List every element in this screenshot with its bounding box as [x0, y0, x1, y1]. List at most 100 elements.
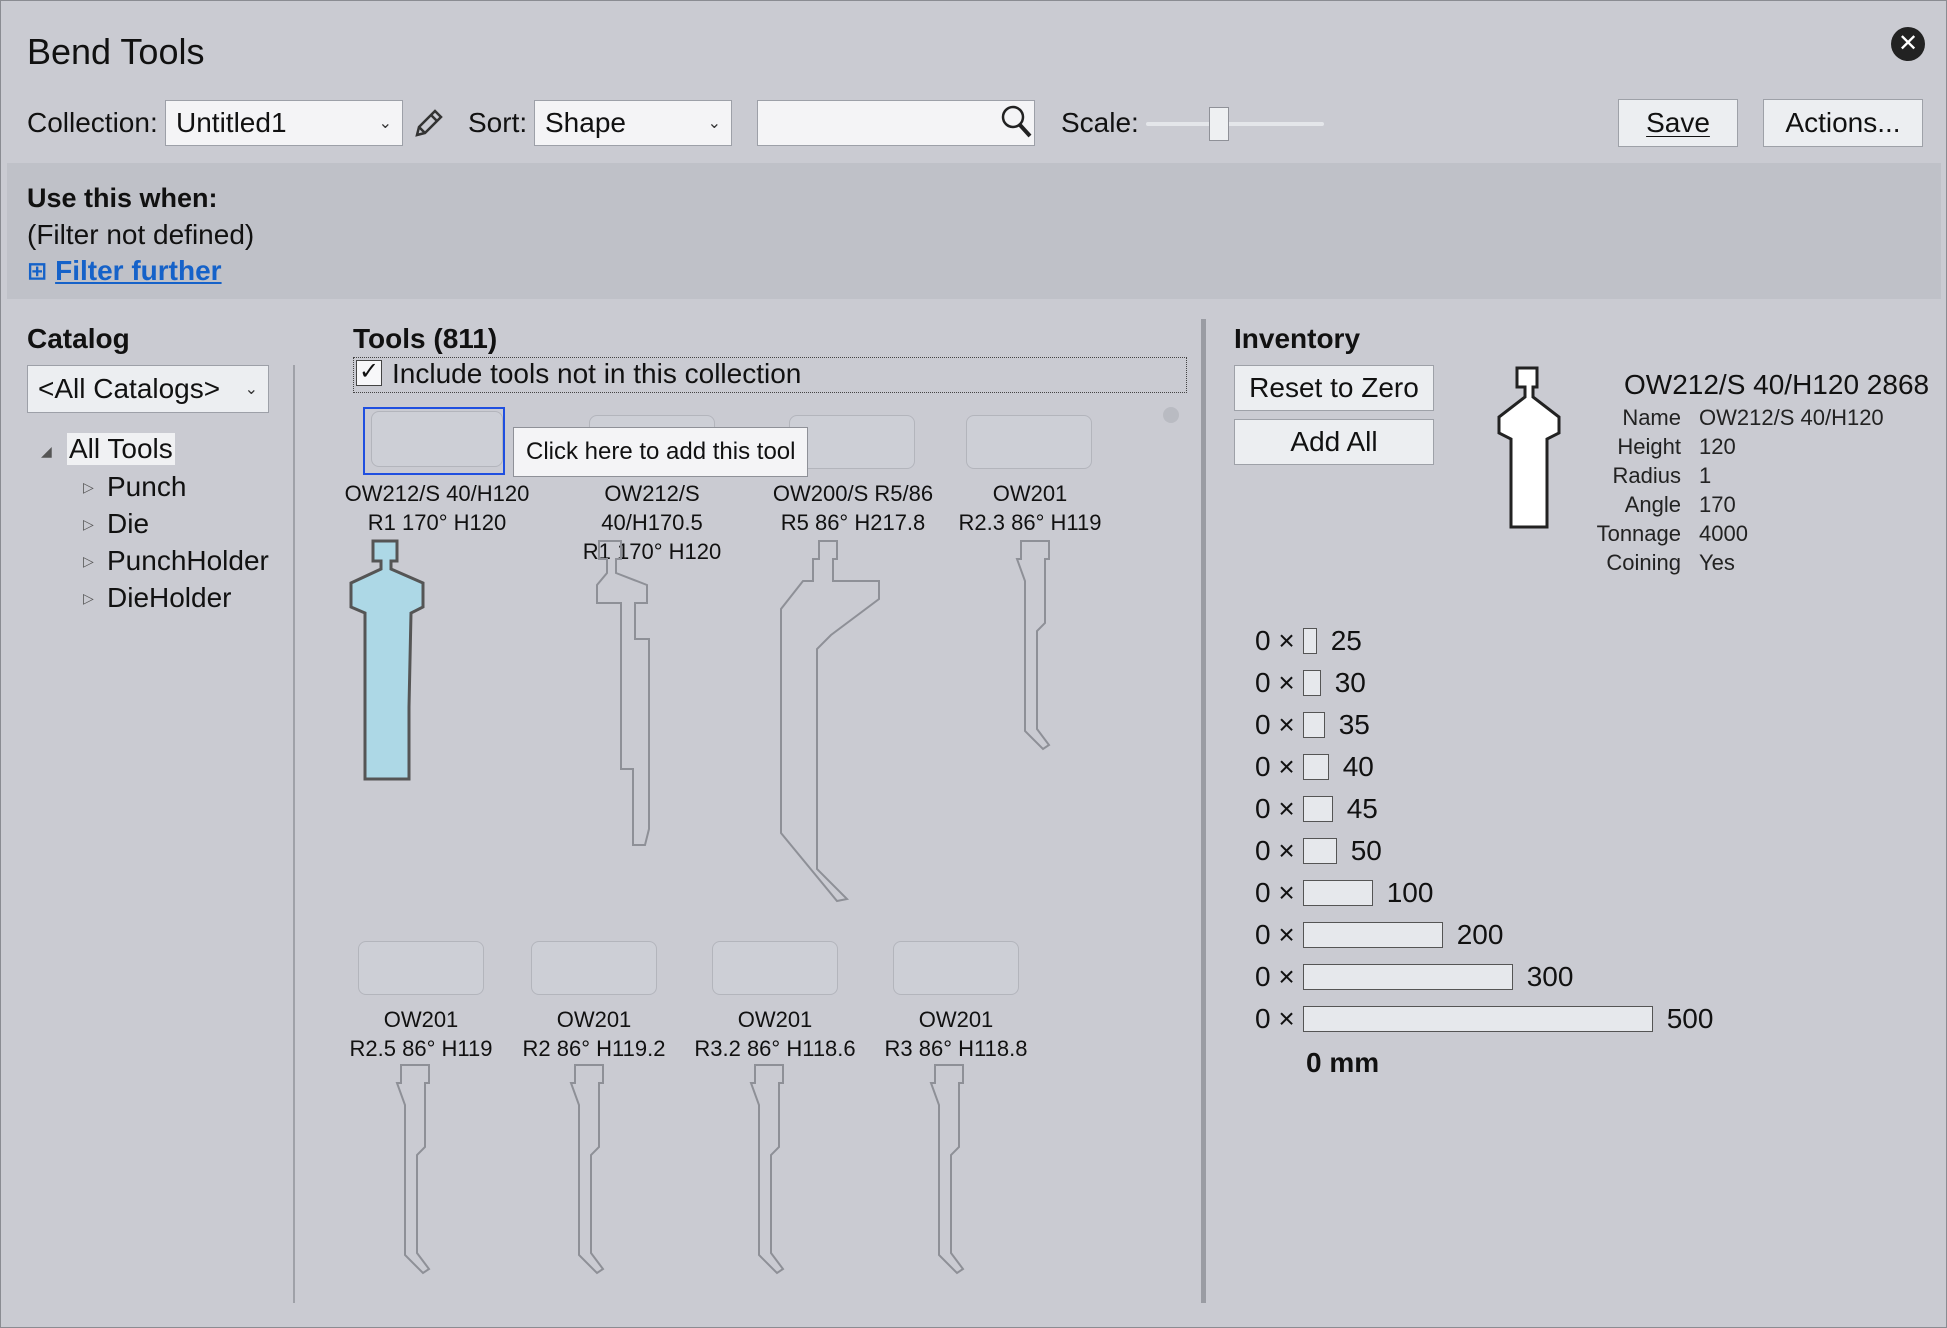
inventory-length: 25 [1330, 625, 1362, 656]
property-row: Height 120 [1581, 434, 1736, 460]
tool-shape[interactable] [695, 1063, 815, 1308]
inventory-length: 500 [1666, 1003, 1714, 1034]
tree-item-punch[interactable]: Punch [107, 471, 186, 503]
property-row: Coining Yes [1581, 550, 1735, 576]
inventory-row[interactable]: 0 × 35 [1255, 709, 1370, 741]
inventory-length: 40 [1342, 751, 1374, 782]
inventory-row[interactable]: 0 × 30 [1255, 667, 1366, 699]
tool-detail-title: OW212/S 40/H120 2868 [1624, 369, 1930, 400]
inventory-count[interactable]: 0 × [1255, 1003, 1295, 1035]
inventory-length: 200 [1456, 919, 1504, 950]
catalog-divider [293, 365, 295, 1303]
inventory-row[interactable]: 0 × 300 [1255, 961, 1573, 993]
tool-spec: R2.5 86° H119 [349, 1036, 493, 1061]
chevron-down-icon: ⌄ [378, 115, 392, 132]
tool-name: OW201 [992, 481, 1068, 506]
length-bar [1302, 964, 1513, 990]
property-value: 1 [1699, 463, 1712, 488]
inventory-count[interactable]: 0 × [1255, 667, 1295, 699]
inventory-row[interactable]: 0 × 40 [1255, 751, 1374, 783]
add-all-button[interactable]: Add All [1234, 419, 1434, 465]
actions-button-label: Actions... [1785, 107, 1901, 138]
scale-slider-thumb[interactable] [1209, 107, 1230, 141]
property-key: Name [1622, 405, 1681, 430]
inventory-heading: Inventory [1234, 323, 1361, 354]
length-bar [1302, 1006, 1653, 1032]
inventory-length: 45 [1346, 793, 1378, 824]
inventory-row[interactable]: 0 × 500 [1255, 1003, 1713, 1035]
inventory-count[interactable]: 0 × [1255, 835, 1295, 867]
tool-name: OW200/S R5/86 [772, 481, 934, 506]
tree-item-all-tools[interactable]: All Tools [67, 433, 175, 465]
inventory-count[interactable]: 0 × [1255, 751, 1295, 783]
add-tool-slot[interactable] [712, 941, 838, 995]
include-tools-row[interactable]: ✓ Include tools not in this collection [353, 357, 1187, 393]
sort-label: Sort: [468, 107, 528, 138]
tool-shape[interactable] [961, 539, 1081, 784]
save-button[interactable]: Save [1618, 99, 1738, 147]
add-tool-slot[interactable] [531, 941, 657, 995]
property-key: Radius [1612, 463, 1681, 488]
search-icon[interactable] [999, 103, 1035, 146]
tool-name: OW201 [737, 1007, 813, 1032]
inventory-count[interactable]: 0 × [1255, 793, 1295, 825]
tool-shape[interactable] [341, 1063, 461, 1308]
inventory-count[interactable]: 0 × [1255, 709, 1295, 741]
scale-slider-track[interactable] [1146, 122, 1324, 126]
filter-further-link[interactable]: ⊞ Filter further [27, 255, 222, 287]
include-tools-label: Include tools not in this collection [392, 358, 802, 389]
tool-preview-shape [1495, 365, 1565, 540]
tool-spec: R2 86° H119.2 [522, 1036, 666, 1061]
actions-button[interactable]: Actions... [1763, 99, 1923, 147]
tool-shape[interactable] [875, 1063, 995, 1308]
inventory-row[interactable]: 0 × 100 [1255, 877, 1433, 909]
sort-value: Shape [545, 107, 626, 138]
edit-pencil-icon[interactable] [411, 105, 447, 146]
add-tool-slot[interactable] [966, 415, 1092, 469]
catalog-dropdown[interactable]: <All Catalogs> ⌄ [27, 365, 269, 413]
tree-collapsed-icon[interactable]: ▷ [83, 590, 94, 607]
use-this-heading: Use this when: [27, 183, 218, 213]
inventory-row[interactable]: 0 × 25 [1255, 625, 1362, 657]
sort-dropdown[interactable]: Shape ⌄ [534, 100, 732, 146]
tool-caption: OW212/S 40/H120 R1 170° H120 [337, 479, 537, 537]
tree-collapsed-icon[interactable]: ▷ [83, 479, 94, 496]
length-bar [1302, 628, 1317, 654]
inventory-count[interactable]: 0 × [1255, 625, 1295, 657]
inventory-count[interactable]: 0 × [1255, 877, 1295, 909]
inventory-divider[interactable] [1201, 319, 1206, 1303]
property-value: 120 [1699, 434, 1736, 459]
collection-dropdown[interactable]: Untitled1 ⌄ [165, 100, 403, 146]
filter-further-label: Filter further [55, 255, 222, 286]
tool-shape[interactable] [741, 539, 901, 928]
inventory-row[interactable]: 0 × 45 [1255, 793, 1378, 825]
tool-caption: OW201 R2 86° H119.2 [494, 1005, 694, 1063]
tree-item-dieholder[interactable]: DieHolder [107, 582, 232, 614]
tree-item-punchholder[interactable]: PunchHolder [107, 545, 269, 577]
inventory-count[interactable]: 0 × [1255, 919, 1295, 951]
tool-shape[interactable] [515, 1063, 635, 1308]
tree-item-die[interactable]: Die [107, 508, 149, 540]
tree-collapsed-icon[interactable]: ▷ [83, 553, 94, 570]
inventory-count[interactable]: 0 × [1255, 961, 1295, 993]
tool-spec: R2.3 86° H119 [958, 510, 1102, 535]
scroll-indicator[interactable] [1163, 407, 1179, 423]
include-tools-checkbox[interactable]: ✓ [356, 360, 382, 386]
tool-caption: OW200/S R5/86 R5 86° H217.8 [753, 479, 953, 537]
selected-slot-highlight [363, 407, 505, 475]
search-input[interactable] [757, 100, 1035, 146]
property-key: Height [1617, 434, 1681, 459]
close-icon[interactable]: ✕ [1891, 27, 1925, 61]
property-key: Angle [1624, 492, 1681, 517]
inventory-row[interactable]: 0 × 200 [1255, 919, 1503, 951]
chevron-down-icon: ⌄ [244, 381, 258, 398]
tool-caption: OW201 R3.2 86° H118.6 [675, 1005, 875, 1063]
add-tool-slot[interactable] [893, 941, 1019, 995]
tool-shape[interactable] [331, 539, 451, 792]
inventory-row[interactable]: 0 × 50 [1255, 835, 1382, 867]
tool-shape[interactable] [561, 539, 681, 860]
tree-collapsed-icon[interactable]: ▷ [83, 516, 94, 533]
reset-to-zero-button[interactable]: Reset to Zero [1234, 365, 1434, 411]
add-tool-slot[interactable] [358, 941, 484, 995]
tool-spec: R3.2 86° H118.6 [694, 1036, 856, 1061]
